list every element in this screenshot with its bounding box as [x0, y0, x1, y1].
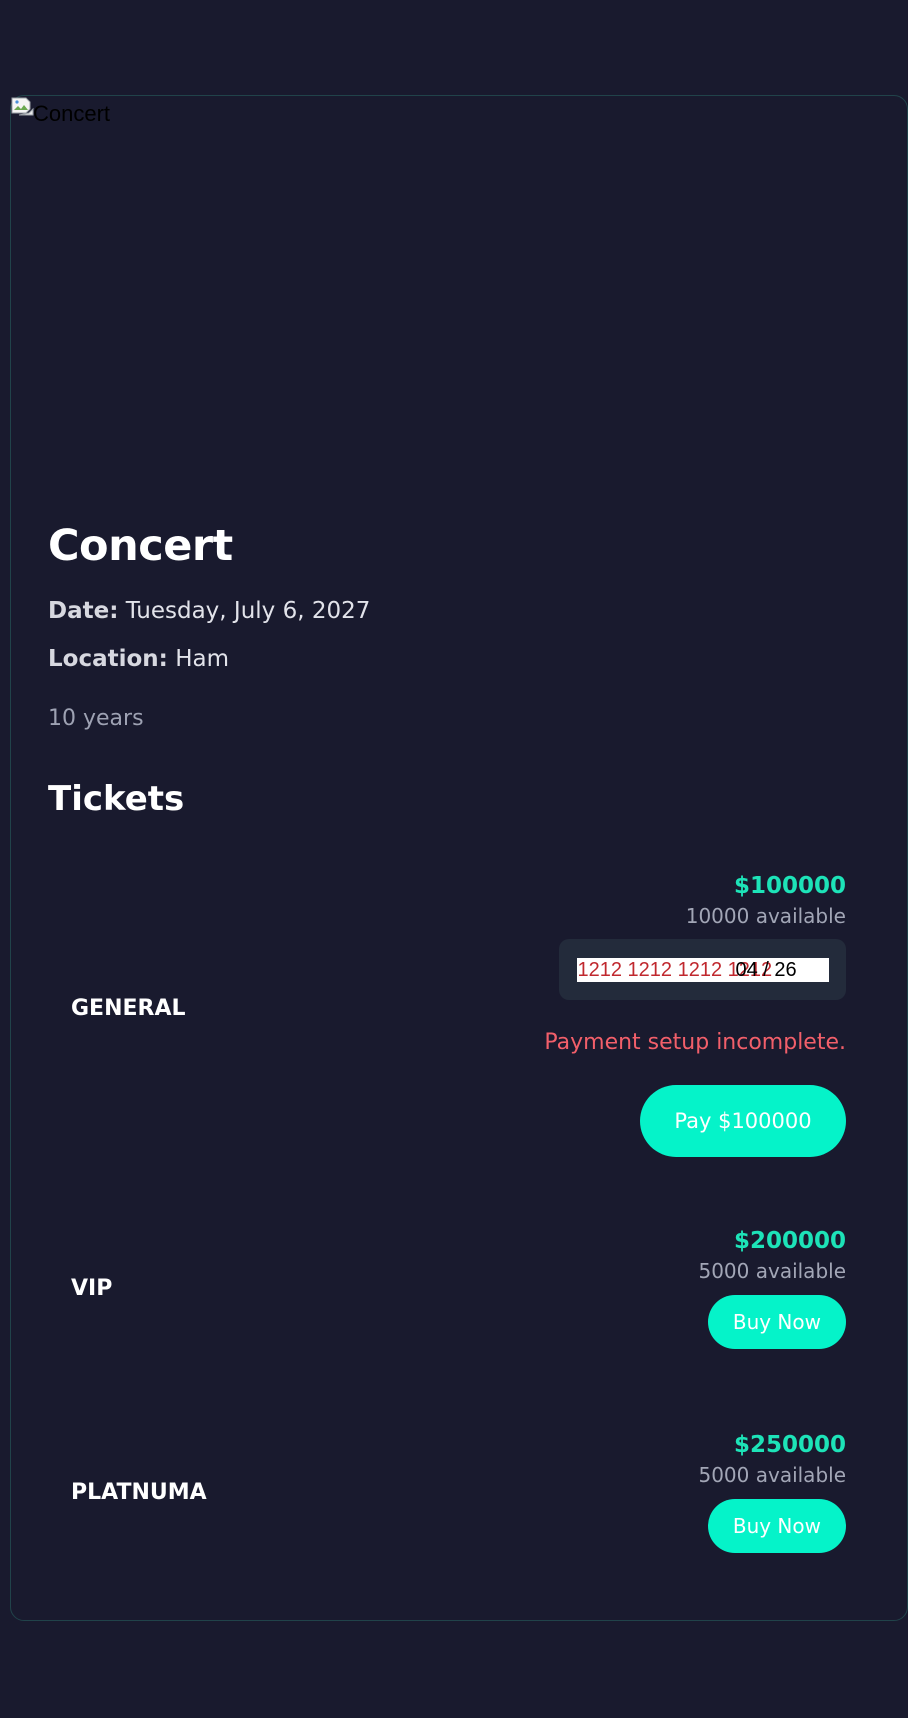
pay-button[interactable]: Pay $100000	[640, 1085, 846, 1157]
card-expiry-field[interactable]: 04 / 26	[736, 958, 797, 982]
tier-price: $100000	[733, 873, 846, 899]
payment-error: Payment setup incomplete.	[544, 1030, 846, 1055]
image-alt-text: Concert	[33, 101, 111, 126]
card-input[interactable]: 1212 1212 1212 1212 04 / 26	[576, 957, 829, 982]
event-card: Concert Concert Date: Tuesday, July 6, 2…	[10, 95, 908, 1621]
event-image: Concert	[11, 96, 907, 476]
tier-purchase: $200000 5000 available Buy Now	[698, 1226, 846, 1349]
tier-price: $200000	[733, 1228, 846, 1254]
tier-name: GENERAL	[71, 996, 186, 1021]
location-value: Ham	[175, 646, 229, 672]
tier-price: $250000	[733, 1432, 846, 1458]
tier-purchase: $100000 10000 available 1212 1212 1212 1…	[544, 871, 846, 1157]
payment-element: 1212 1212 1212 1212 04 / 26	[559, 939, 846, 1000]
event-location: Location: Ham	[48, 646, 229, 672]
date-value: Tuesday, July 6, 2027	[125, 598, 371, 624]
tier-availability: 5000 available	[698, 1259, 846, 1283]
buy-now-button[interactable]: Buy Now	[707, 1295, 846, 1349]
event-title: Concert	[48, 521, 233, 571]
date-label: Date:	[48, 598, 119, 624]
tier-name: VIP	[71, 1276, 113, 1301]
buy-now-button[interactable]: Buy Now	[707, 1499, 846, 1553]
event-date: Date: Tuesday, July 6, 2027	[48, 598, 370, 624]
tier-purchase: $250000 5000 available Buy Now	[698, 1430, 846, 1553]
broken-image-icon	[11, 97, 35, 119]
location-label: Location:	[48, 646, 168, 672]
event-duration: 10 years	[48, 706, 144, 731]
tickets-heading: Tickets	[48, 779, 185, 819]
tier-availability: 5000 available	[698, 1463, 846, 1487]
tier-availability: 10000 available	[685, 904, 846, 928]
tier-name: PLATNUMA	[71, 1480, 207, 1505]
